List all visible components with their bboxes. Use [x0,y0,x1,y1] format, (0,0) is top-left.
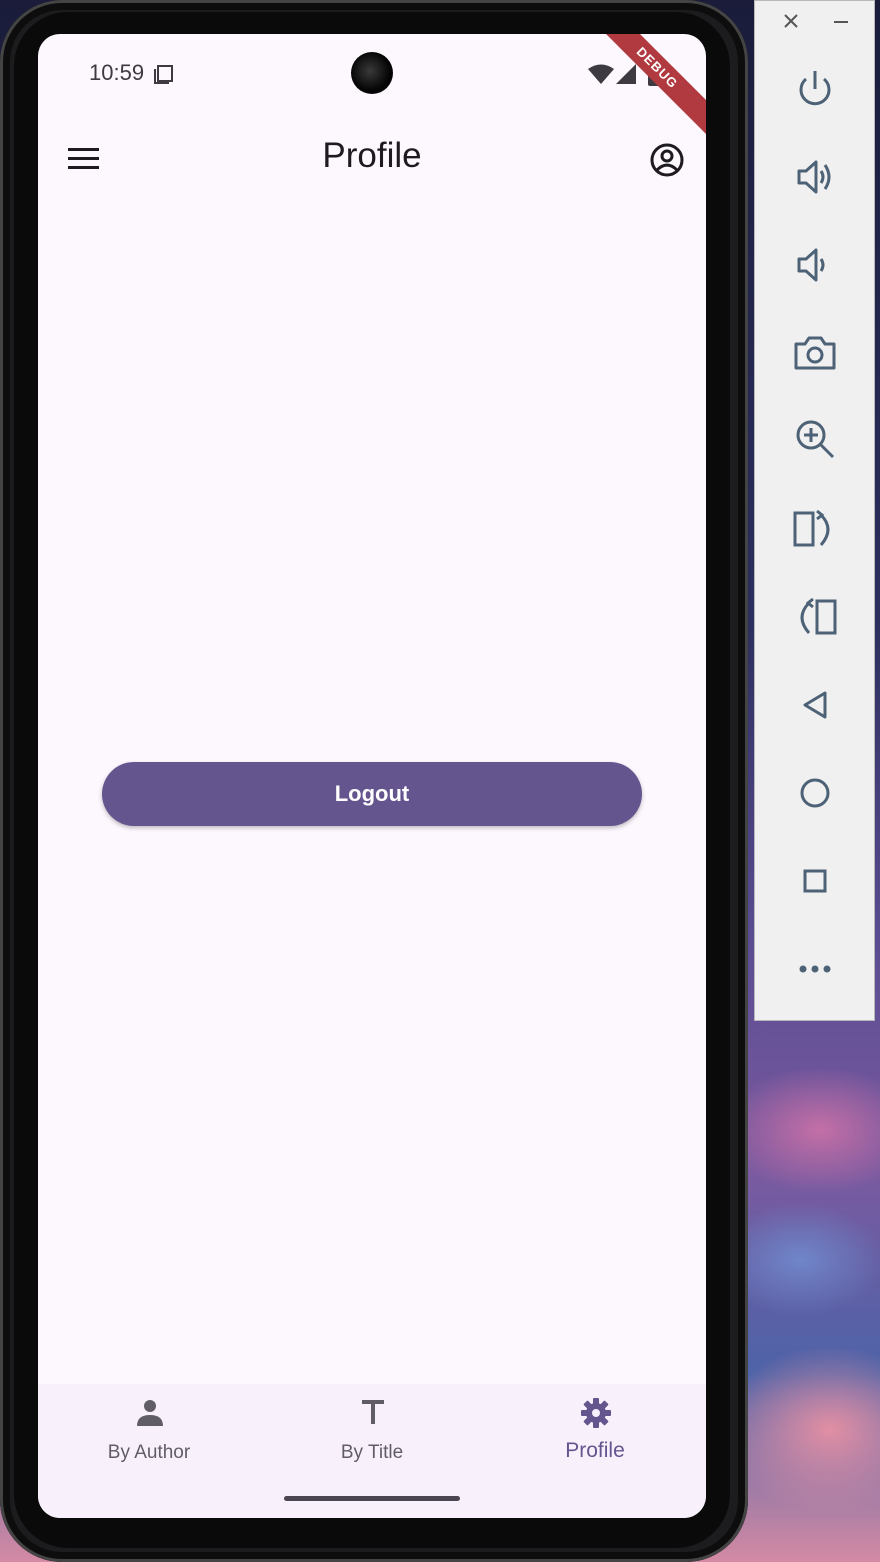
camera-icon [794,336,836,370]
more-icon [799,965,831,973]
front-camera [351,52,393,94]
rotate-left-button[interactable] [791,505,839,553]
power-icon [799,71,831,106]
nav-label-profile: Profile [565,1439,625,1462]
gear-icon [581,1398,611,1428]
rotate-right-icon [800,597,837,635]
signal-icon [616,64,636,84]
nav-label-by-author: By Author [107,1442,191,1463]
volume-down-icon [797,248,825,282]
emulator-toolbar [754,0,875,1021]
account-button[interactable] [646,138,690,182]
logout-button[interactable]: Logout [102,762,642,826]
wifi-icon [588,64,614,84]
nav-item-by-title[interactable]: By Title [261,1384,483,1484]
power-button[interactable] [791,65,839,113]
home-button[interactable] [791,769,839,817]
volume-down-button[interactable] [791,241,839,289]
account-circle-icon [650,143,684,177]
rotate-left-icon [793,509,830,547]
nav-label-by-title: By Title [340,1442,404,1463]
app-bar: Profile [38,120,706,200]
overview-icon [803,869,827,893]
close-icon[interactable] [781,11,801,31]
phone-frame: 10:59 DEBUG Profile Logout By Author By … [0,0,748,1562]
notification-icon [154,65,173,84]
back-icon [803,691,827,719]
screenshot-button[interactable] [791,329,839,377]
volume-up-icon [797,160,831,194]
minimize-icon[interactable] [831,11,851,31]
nav-item-profile[interactable]: Profile [484,1384,706,1484]
back-button[interactable] [791,681,839,729]
app-screen: 10:59 DEBUG Profile Logout By Author By … [38,34,706,1518]
nav-item-by-author[interactable]: By Author [38,1384,260,1484]
person-icon [137,1400,163,1426]
volume-up-button[interactable] [791,153,839,201]
page-title: Profile [322,136,422,175]
title-icon [362,1400,384,1424]
zoom-icon [796,420,835,459]
home-icon [800,778,830,808]
rotate-right-button[interactable] [791,593,839,641]
overview-button[interactable] [791,857,839,905]
zoom-button[interactable] [791,415,839,463]
status-time: 10:59 [89,60,145,85]
status-bar: 10:59 DEBUG [38,34,706,137]
home-indicator[interactable] [284,1496,460,1501]
more-button[interactable] [791,945,839,993]
